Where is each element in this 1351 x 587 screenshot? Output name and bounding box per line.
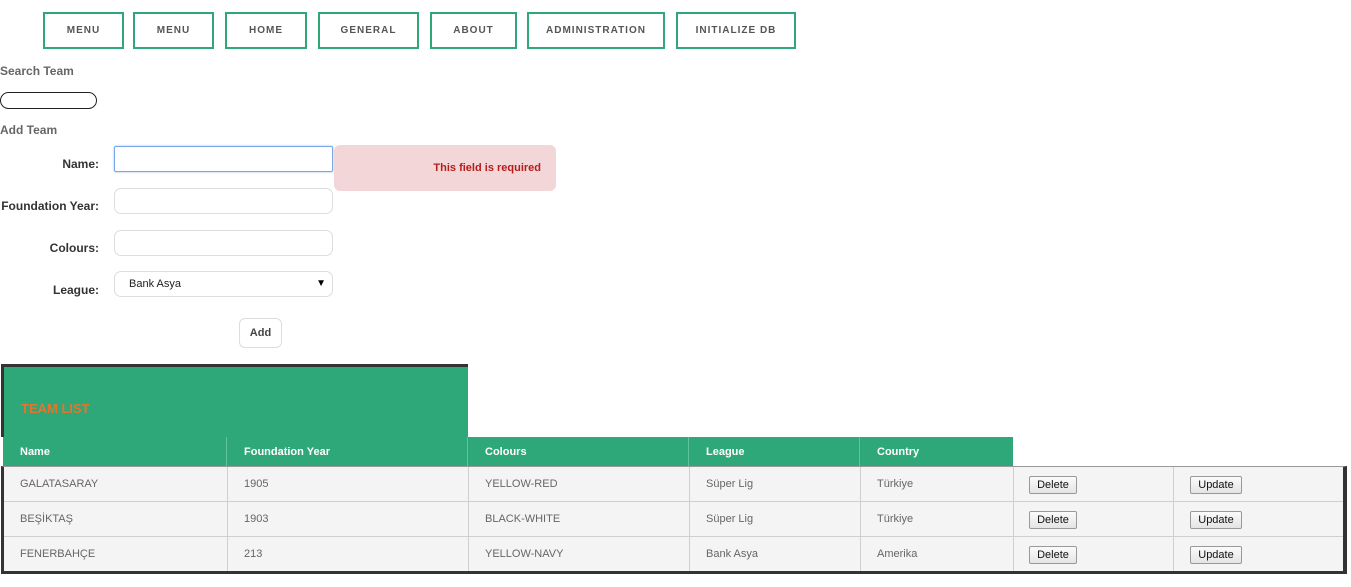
add-team-heading: Add Team bbox=[0, 123, 58, 137]
cell-team-name: FENERBAHÇE bbox=[4, 537, 228, 571]
column-header-foundation-year: Foundation Year bbox=[227, 437, 468, 467]
nav-about-button[interactable]: ABOUT bbox=[430, 12, 517, 49]
cell-country: Amerika bbox=[861, 537, 1014, 571]
cell-foundation-year: 1905 bbox=[228, 467, 469, 501]
name-input[interactable] bbox=[114, 146, 333, 172]
team-list-caption: TEAM LIST bbox=[1, 364, 468, 437]
colours-input[interactable] bbox=[114, 230, 333, 256]
cell-team-name: BEŞİKTAŞ bbox=[4, 502, 228, 536]
cell-update: Update bbox=[1174, 502, 1343, 536]
cell-foundation-year: 213 bbox=[228, 537, 469, 571]
cell-league: Bank Asya bbox=[690, 537, 861, 571]
column-header-name: Name bbox=[3, 437, 227, 467]
league-select-value: Bank Asya bbox=[129, 278, 181, 290]
delete-button[interactable]: Delete bbox=[1029, 546, 1077, 564]
table-row: BEŞİKTAŞ 1903 BLACK-WHITE Süper Lig Türk… bbox=[4, 502, 1343, 537]
delete-button[interactable]: Delete bbox=[1029, 476, 1077, 494]
cell-country: Türkiye bbox=[861, 502, 1014, 536]
column-header-country: Country bbox=[877, 446, 920, 458]
cell-update: Update bbox=[1174, 537, 1343, 571]
foundation-year-label: Foundation Year: bbox=[1, 199, 99, 213]
cell-colours: BLACK-WHITE bbox=[469, 502, 690, 536]
update-button[interactable]: Update bbox=[1190, 511, 1242, 529]
table-header: Name Foundation Year Colours League Coun… bbox=[3, 437, 1013, 467]
update-button[interactable]: Update bbox=[1190, 476, 1242, 494]
nav-initialize-db-button[interactable]: INITIALIZE DB bbox=[676, 12, 796, 49]
table-row: FENERBAHÇE 213 YELLOW-NAVY Bank Asya Ame… bbox=[4, 537, 1343, 572]
nav-menu-button-2[interactable]: MENU bbox=[133, 12, 214, 49]
cell-colours: YELLOW-RED bbox=[469, 467, 690, 501]
nav-home-button[interactable]: HOME bbox=[225, 12, 307, 49]
cell-delete: Delete bbox=[1014, 467, 1174, 501]
table-body: GALATASARAY 1905 YELLOW-RED Süper Lig Tü… bbox=[1, 466, 1347, 574]
colours-label: Colours: bbox=[49, 241, 99, 255]
nav-general-button[interactable]: GENERAL bbox=[318, 12, 419, 49]
league-select[interactable]: Bank Asya ▼ bbox=[114, 271, 333, 297]
name-error-message: This field is required bbox=[334, 145, 556, 191]
add-team-button[interactable]: Add bbox=[239, 318, 282, 348]
delete-button[interactable]: Delete bbox=[1029, 511, 1077, 529]
cell-colours: YELLOW-NAVY bbox=[469, 537, 690, 571]
nav-menu-button-1[interactable]: MENU bbox=[43, 12, 124, 49]
table-row: GALATASARAY 1905 YELLOW-RED Süper Lig Tü… bbox=[4, 467, 1343, 502]
foundation-year-input[interactable] bbox=[114, 188, 333, 214]
update-button[interactable]: Update bbox=[1190, 546, 1242, 564]
name-label: Name: bbox=[62, 157, 99, 171]
cell-team-name: GALATASARAY bbox=[4, 467, 228, 501]
column-header-league: League bbox=[689, 437, 860, 467]
cell-league: Süper Lig bbox=[690, 502, 861, 536]
cell-update: Update bbox=[1174, 467, 1343, 501]
cell-foundation-year: 1903 bbox=[228, 502, 469, 536]
league-label: League: bbox=[52, 283, 99, 297]
cell-delete: Delete bbox=[1014, 502, 1174, 536]
cell-delete: Delete bbox=[1014, 537, 1174, 571]
cell-country: Türkiye bbox=[861, 467, 1014, 501]
dropdown-arrow-icon: ▼ bbox=[316, 278, 326, 289]
search-heading: Search Team bbox=[0, 64, 74, 78]
nav-administration-button[interactable]: ADMINISTRATION bbox=[527, 12, 665, 49]
cell-league: Süper Lig bbox=[690, 467, 861, 501]
team-list-title: TEAM LIST bbox=[21, 401, 90, 416]
column-header-colours: Colours bbox=[468, 437, 689, 467]
search-input[interactable] bbox=[0, 92, 97, 109]
